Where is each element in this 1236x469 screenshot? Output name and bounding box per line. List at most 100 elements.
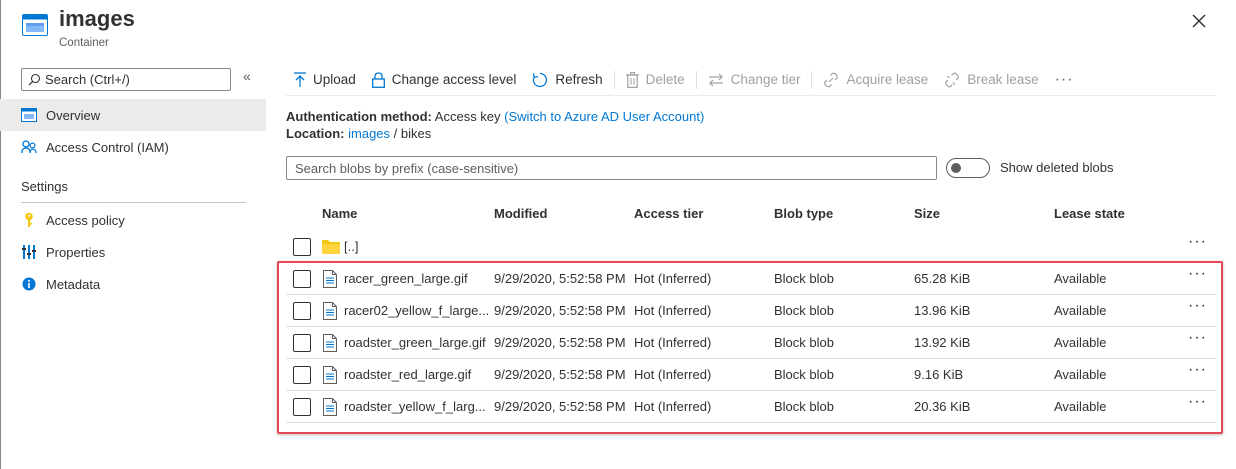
command-bar: Upload Change access level Refresh Delet… [286,64,1216,96]
row-more-button[interactable]: ··· [1188,361,1207,379]
blob-access-tier: Hot (Inferred) [634,271,712,286]
blob-type: Block blob [774,303,834,318]
row-more-button[interactable]: ··· [1188,233,1207,251]
row-checkbox[interactable] [293,302,311,320]
blob-access-tier: Hot (Inferred) [634,399,712,414]
upload-button[interactable]: Upload [286,66,364,94]
broken-link-icon [945,72,960,87]
column-header-blob-type[interactable]: Blob type [774,206,833,221]
sidebar-item-metadata[interactable]: Metadata [0,268,266,300]
column-header-lease-state[interactable]: Lease state [1054,206,1125,221]
table-row-parent[interactable]: [..] ··· [286,231,1216,263]
refresh-label: Refresh [555,72,603,87]
sidebar-item-label: Overview [46,107,101,123]
sidebar-item-overview[interactable]: Overview [0,99,266,131]
column-header-size[interactable]: Size [914,206,940,221]
refresh-button[interactable]: Refresh [524,66,610,94]
blob-access-tier: Hot (Inferred) [634,367,712,382]
blob-modified: 9/29/2020, 5:52:58 PM [494,303,626,318]
row-checkbox[interactable] [293,398,311,416]
row-checkbox[interactable] [293,238,311,256]
table-row[interactable]: racer02_yellow_f_large... 9/29/2020, 5:5… [286,295,1216,327]
location-folder: bikes [400,126,432,141]
close-icon[interactable] [1188,10,1210,32]
row-more-button[interactable]: ··· [1188,393,1207,411]
sidebar-item-properties[interactable]: Properties [0,236,266,268]
blob-name-link[interactable]: racer_green_large.gif [344,271,488,286]
change-access-level-label: Change access level [391,72,517,87]
blob-type: Block blob [774,271,834,286]
link-icon [824,72,839,87]
sidebar-item-access-control[interactable]: Access Control (IAM) [0,131,266,163]
location-container-link[interactable]: images [348,126,390,141]
upload-label: Upload [313,72,356,87]
authentication-info: Authentication method: Access key (Switc… [286,109,704,124]
blob-size: 13.92 KiB [914,335,971,350]
row-checkbox[interactable] [293,270,311,288]
auth-label: Authentication method: [286,109,432,124]
table-row[interactable]: racer_green_large.gif 9/29/2020, 5:52:58… [286,263,1216,295]
swap-arrows-icon [708,73,723,86]
table-row[interactable]: roadster_green_large.gif 9/29/2020, 5:52… [286,327,1216,359]
blob-name-link[interactable]: roadster_red_large.gif [344,367,488,382]
blob-type: Block blob [774,367,834,382]
blob-lease-state: Available [1054,271,1107,286]
file-icon [323,302,337,320]
sidebar-divider [21,202,246,203]
change-tier-button[interactable]: Change tier [700,66,809,94]
row-more-button[interactable]: ··· [1188,329,1207,347]
change-access-level-button[interactable]: Change access level [364,66,525,94]
switch-auth-link[interactable]: (Switch to Azure AD User Account) [504,109,704,124]
page-subtitle: Container [59,37,109,49]
blob-lease-state: Available [1054,399,1107,414]
blob-access-tier: Hot (Inferred) [634,335,712,350]
change-tier-label: Change tier [730,72,801,87]
blob-type: Block blob [774,335,834,350]
row-checkbox[interactable] [293,334,311,352]
blob-prefix-search-input[interactable] [286,156,937,180]
blob-lease-state: Available [1054,335,1107,350]
blob-size: 13.96 KiB [914,303,971,318]
column-header-modified[interactable]: Modified [494,206,547,221]
acquire-lease-button[interactable]: Acquire lease [815,66,936,94]
blob-name-link[interactable]: roadster_yellow_f_larg... [344,399,488,414]
sidebar-item-label: Access policy [46,212,125,228]
column-header-name[interactable]: Name [322,206,357,221]
sidebar-item-access-policy[interactable]: Access policy [0,204,266,236]
location-label: Location: [286,126,345,141]
blob-size: 20.36 KiB [914,399,971,414]
table-row[interactable]: roadster_yellow_f_larg... 9/29/2020, 5:5… [286,391,1216,423]
sidebar-search-box[interactable] [21,68,231,91]
blob-size: 65.28 KiB [914,271,971,286]
overview-icon [21,107,37,123]
blob-modified: 9/29/2020, 5:52:58 PM [494,271,626,286]
blob-type: Block blob [774,399,834,414]
show-deleted-blobs-label: Show deleted blobs [1000,160,1114,175]
sidebar-search-input[interactable] [45,72,215,87]
auth-value: Access key [434,109,501,124]
collapse-sidebar-button[interactable]: « [243,68,251,84]
row-more-button[interactable]: ··· [1188,265,1207,283]
location-info: Location: images / bikes [286,126,431,141]
show-deleted-blobs-toggle[interactable] [946,158,990,178]
column-header-access-tier[interactable]: Access tier [634,206,703,221]
key-icon [21,212,37,228]
blob-modified: 9/29/2020, 5:52:58 PM [494,367,626,382]
blob-name-link[interactable]: racer02_yellow_f_large... [344,303,488,318]
table-row[interactable]: roadster_red_large.gif 9/29/2020, 5:52:5… [286,359,1216,391]
upload-icon [294,71,306,87]
info-icon [21,276,37,292]
break-lease-label: Break lease [967,72,1039,87]
break-lease-button[interactable]: Break lease [936,66,1046,94]
parent-folder-link[interactable]: [..] [344,239,358,254]
more-commands-button[interactable]: ··· [1047,71,1082,89]
refresh-icon [533,72,548,87]
sidebar-section-settings: Settings [21,179,68,194]
row-checkbox[interactable] [293,366,311,384]
delete-button[interactable]: Delete [618,66,693,94]
properties-icon [21,244,37,260]
blob-name-link[interactable]: roadster_green_large.gif [344,335,488,350]
row-more-button[interactable]: ··· [1188,297,1207,315]
toolbar-separator [613,70,615,89]
blob-size: 9.16 KiB [914,367,964,382]
